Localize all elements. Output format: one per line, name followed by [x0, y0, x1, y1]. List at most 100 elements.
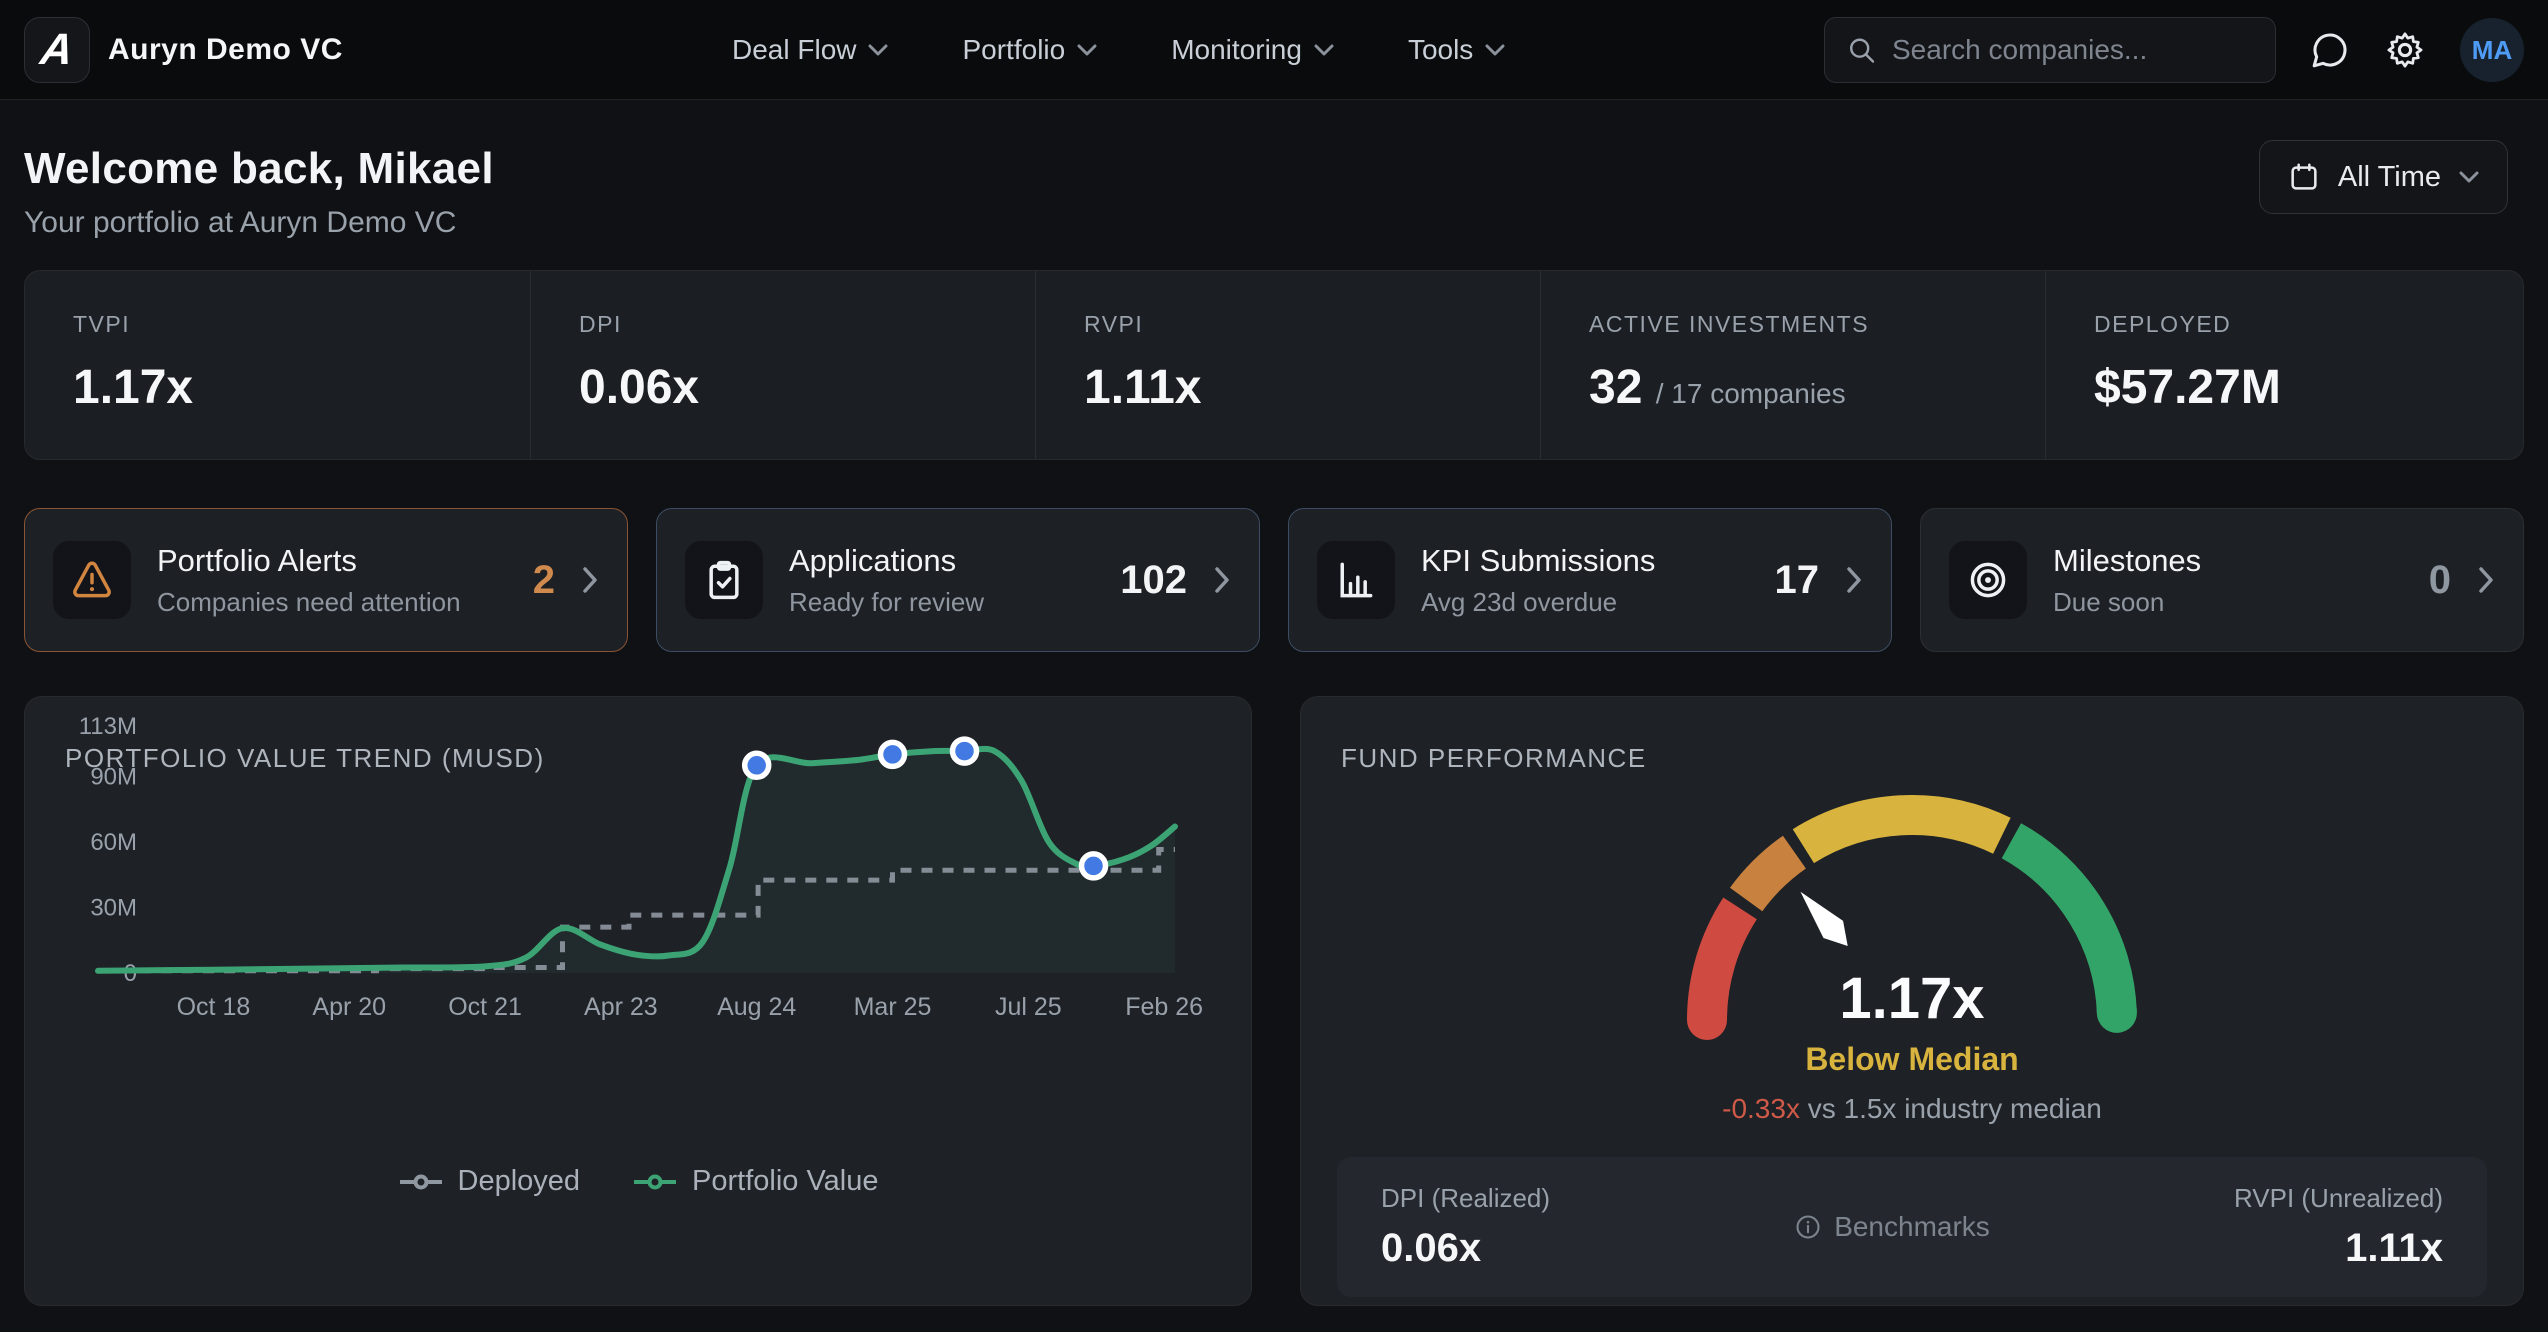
nav-portfolio[interactable]: Portfolio: [962, 34, 1097, 66]
icon-tile: [1949, 541, 2027, 619]
svg-text:Oct 21: Oct 21: [448, 993, 522, 1021]
info-icon: [1794, 1213, 1822, 1241]
card-title: Portfolio Alerts: [157, 543, 533, 579]
dpi-block: DPI (Realized) 0.06x: [1381, 1183, 1550, 1271]
chevron-down-icon: [1314, 44, 1334, 56]
kpi-label: ACTIVE INVESTMENTS: [1589, 311, 2045, 338]
chat-bubble-icon: [2310, 30, 2350, 70]
charts-row: PORTFOLIO VALUE TREND (MUSD) 030M60M90M1…: [24, 696, 2524, 1306]
kpi-tvpi: TVPI 1.17x: [25, 271, 530, 459]
gauge-value: 1.17x: [1301, 965, 2523, 1032]
gear-icon: [2384, 29, 2426, 71]
warning-icon: [70, 558, 114, 602]
chevron-down-icon: [868, 44, 888, 56]
topbar-actions: MA: [1824, 0, 2524, 100]
target-icon: [1966, 558, 2010, 602]
time-range-label: All Time: [2338, 161, 2441, 194]
page-subtitle: Your portfolio at Auryn Demo VC: [24, 206, 2508, 240]
brand[interactable]: A Auryn Demo VC: [24, 0, 343, 100]
chevron-right-icon: [1213, 565, 1231, 595]
search-input[interactable]: [1892, 34, 2253, 66]
dpi-label: DPI (Realized): [1381, 1183, 1550, 1214]
card-title: Milestones: [2053, 543, 2429, 579]
nav-label: Tools: [1408, 34, 1473, 66]
kpi-label: DPI: [579, 311, 1035, 338]
settings-button[interactable]: [2384, 29, 2426, 71]
icon-tile: [53, 541, 131, 619]
card-subtitle: Avg 23d overdue: [1421, 587, 1775, 618]
bar-chart-icon: [1334, 558, 1378, 602]
logo-letter-icon: A: [38, 28, 76, 72]
kpi-rvpi: RVPI 1.11x: [1035, 271, 1540, 459]
search-box[interactable]: [1824, 17, 2276, 83]
nav-deal-flow[interactable]: Deal Flow: [732, 34, 888, 66]
kpi-submissions-card[interactable]: KPI Submissions Avg 23d overdue 17: [1288, 508, 1892, 652]
kpi-value: 32 / 17 companies: [1589, 360, 2045, 415]
delta-value: -0.33x: [1722, 1093, 1800, 1124]
time-range-button[interactable]: All Time: [2259, 140, 2508, 214]
chevron-down-icon: [1077, 44, 1097, 56]
search-icon: [1847, 35, 1876, 65]
icon-tile: [685, 541, 763, 619]
legend-item-deployed: Deployed: [398, 1165, 581, 1198]
dpi-value: 0.06x: [1381, 1226, 1550, 1271]
card-count: 0: [2429, 558, 2451, 603]
svg-text:Jul 25: Jul 25: [995, 993, 1062, 1021]
legend-label: Deployed: [458, 1165, 581, 1198]
legend-line-marker-icon: [398, 1173, 444, 1191]
kpi-value: $57.27M: [2094, 360, 2523, 415]
svg-text:113M: 113M: [79, 713, 137, 740]
legend-item-portfolio-value: Portfolio Value: [632, 1165, 878, 1198]
chevron-down-icon: [2459, 171, 2479, 183]
kpi-label: RVPI: [1084, 311, 1540, 338]
nav-monitoring[interactable]: Monitoring: [1171, 34, 1334, 66]
delta-suffix: vs 1.5x industry median: [1800, 1093, 2102, 1124]
kpi-value: 1.11x: [1084, 360, 1540, 415]
chart-title: FUND PERFORMANCE: [1341, 743, 1647, 774]
nav-label: Portfolio: [962, 34, 1065, 66]
svg-text:Apr 23: Apr 23: [584, 993, 658, 1021]
chat-button[interactable]: [2310, 30, 2350, 70]
benchmarks-button[interactable]: Benchmarks: [1550, 1211, 2234, 1243]
kpi-label: DEPLOYED: [2094, 311, 2523, 338]
chart-legend: Deployed Portfolio Value: [25, 1165, 1251, 1198]
card-subtitle: Companies need attention: [157, 587, 533, 618]
kpi-deployed: DEPLOYED $57.27M: [2045, 271, 2523, 459]
card-count: 102: [1120, 558, 1187, 603]
portfolio-alerts-card[interactable]: Portfolio Alerts Companies need attentio…: [24, 508, 628, 652]
portfolio-trend-card: PORTFOLIO VALUE TREND (MUSD) 030M60M90M1…: [24, 696, 1252, 1306]
svg-text:30M: 30M: [90, 894, 137, 921]
nav-label: Deal Flow: [732, 34, 856, 66]
milestones-card[interactable]: Milestones Due soon 0: [1920, 508, 2524, 652]
rvpi-label: RVPI (Unrealized): [2234, 1183, 2443, 1214]
kpi-count: 32: [1589, 361, 1642, 414]
gauge-delta: -0.33x vs 1.5x industry median: [1301, 1093, 2523, 1125]
gauge-footer-panel: DPI (Realized) 0.06x Benchmarks RVPI (Un…: [1337, 1157, 2487, 1297]
card-title: KPI Submissions: [1421, 543, 1775, 579]
card-subtitle: Due soon: [2053, 587, 2429, 618]
svg-text:Feb 26: Feb 26: [1125, 993, 1203, 1021]
card-title: Applications: [789, 543, 1120, 579]
svg-text:Aug 24: Aug 24: [717, 993, 796, 1021]
svg-text:Mar 25: Mar 25: [854, 993, 932, 1021]
kpi-value: 1.17x: [73, 360, 530, 415]
rvpi-block: RVPI (Unrealized) 1.11x: [2234, 1183, 2443, 1271]
chevron-down-icon: [1485, 44, 1505, 56]
kpi-suffix: / 17 companies: [1656, 378, 1846, 409]
nav-tools[interactable]: Tools: [1408, 34, 1505, 66]
svg-text:Apr 20: Apr 20: [312, 993, 386, 1021]
chevron-right-icon: [1845, 565, 1863, 595]
top-navigation-bar: A Auryn Demo VC Deal Flow Portfolio Moni…: [0, 0, 2548, 100]
card-subtitle: Ready for review: [789, 587, 1120, 618]
card-count: 17: [1775, 558, 1820, 603]
legend-label: Portfolio Value: [692, 1165, 878, 1198]
chart-title: PORTFOLIO VALUE TREND (MUSD): [65, 743, 545, 774]
brand-name: Auryn Demo VC: [108, 33, 343, 67]
app-logo: A: [24, 17, 90, 83]
legend-line-marker-icon: [632, 1173, 678, 1191]
applications-card[interactable]: Applications Ready for review 102: [656, 508, 1260, 652]
rvpi-value: 1.11x: [2234, 1226, 2443, 1271]
svg-text:Oct 18: Oct 18: [177, 993, 251, 1021]
user-avatar[interactable]: MA: [2460, 18, 2524, 82]
icon-tile: [1317, 541, 1395, 619]
